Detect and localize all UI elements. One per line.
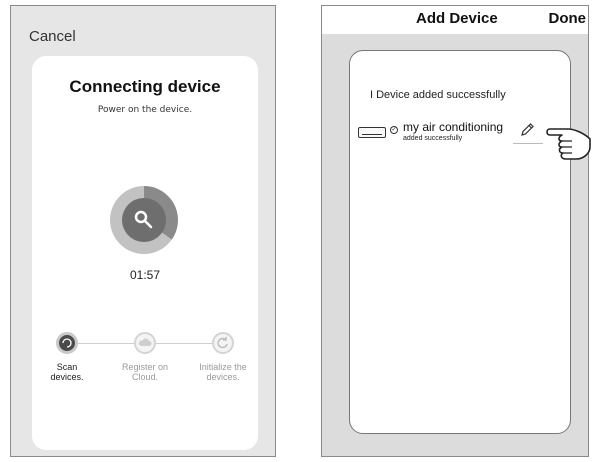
device-name: my air conditioning [403, 120, 504, 134]
edit-icon[interactable] [518, 121, 536, 139]
instruction-text: Power on the device. [97, 105, 193, 115]
page-title: Connecting device [69, 77, 221, 96]
search-icon [134, 210, 153, 229]
step-scan-indicator [56, 332, 78, 354]
air-conditioner-icon [358, 127, 386, 138]
success-message: I Device added successfully [370, 89, 506, 101]
header-bar: Add Device Done [322, 6, 588, 34]
pointing-hand-icon [546, 128, 591, 160]
cloud-icon [138, 338, 152, 346]
edit-underline [513, 143, 543, 144]
done-button[interactable]: Done [549, 10, 587, 27]
step-scan-text: Scan devices. [50, 362, 84, 382]
device-status: added successfully [403, 135, 463, 142]
countdown-timer: 01:57 [129, 268, 161, 282]
cancel-button[interactable]: Cancel [29, 28, 76, 45]
spinner-core [122, 198, 166, 242]
step-register-text: Register on Cloud. [121, 362, 169, 382]
refresh-icon [62, 338, 72, 348]
connecting-card: Connecting device Power on the device. 0… [32, 56, 258, 450]
connecting-screen: Cancel Connecting device Power on the de… [10, 5, 276, 457]
page-title: Add Device [416, 10, 498, 27]
step-initialize-text: Initialize the devices. [199, 362, 247, 382]
step-scan-label: Scan devices. [32, 362, 102, 382]
progress-spinner [110, 186, 178, 254]
step-register-indicator [134, 332, 156, 354]
step-initialize-indicator [212, 332, 234, 354]
result-card: I Device added successfully ✓ my air con… [349, 50, 571, 434]
add-device-screen: Add Device Done I Device added successfu… [321, 5, 591, 457]
reset-icon [217, 337, 228, 349]
step-initialize-label: Initialize the devices. [188, 362, 258, 382]
step-register-label: Register on Cloud. [110, 362, 180, 382]
check-icon: ✓ [390, 126, 398, 134]
